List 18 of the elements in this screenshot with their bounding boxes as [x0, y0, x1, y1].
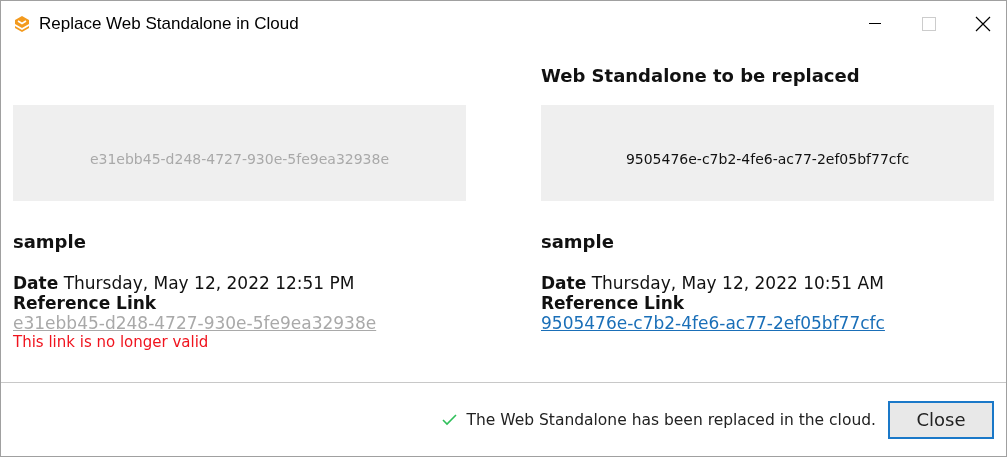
reference-link-label: Reference Link	[13, 293, 158, 313]
reference-link[interactable]: 9505476e-c7b2-4fe6-ac77-2ef05bf77cfc	[541, 313, 885, 333]
window-title: Replace Web Standalone in Cloud	[39, 13, 300, 34]
preview-id: e31ebb45-d248-4727-930e-5fe9ea32938e	[89, 151, 390, 167]
date-line: Date Thursday, May 12, 2022 10:51 AM	[541, 273, 885, 293]
status-message: The Web Standalone has been replaced in the cloud.	[466, 410, 876, 429]
check-icon	[441, 413, 457, 426]
minimize-icon[interactable]	[869, 22, 881, 25]
close-dialog-button[interactable]: Close	[888, 400, 994, 439]
panel-heading: Web Standalone to be replaced	[541, 65, 860, 86]
close-icon[interactable]	[975, 15, 991, 32]
item-name: sample	[13, 231, 87, 252]
error-message: This link is no longer valid	[13, 333, 210, 351]
item-name: sample	[541, 231, 615, 252]
reference-link-label: Reference Link	[541, 293, 686, 313]
preview-id: 9505476e-c7b2-4fe6-ac77-2ef05bf77cfc	[625, 151, 910, 167]
date-line: Date Thursday, May 12, 2022 12:51 PM	[13, 273, 356, 293]
app-logo-icon	[13, 14, 31, 33]
